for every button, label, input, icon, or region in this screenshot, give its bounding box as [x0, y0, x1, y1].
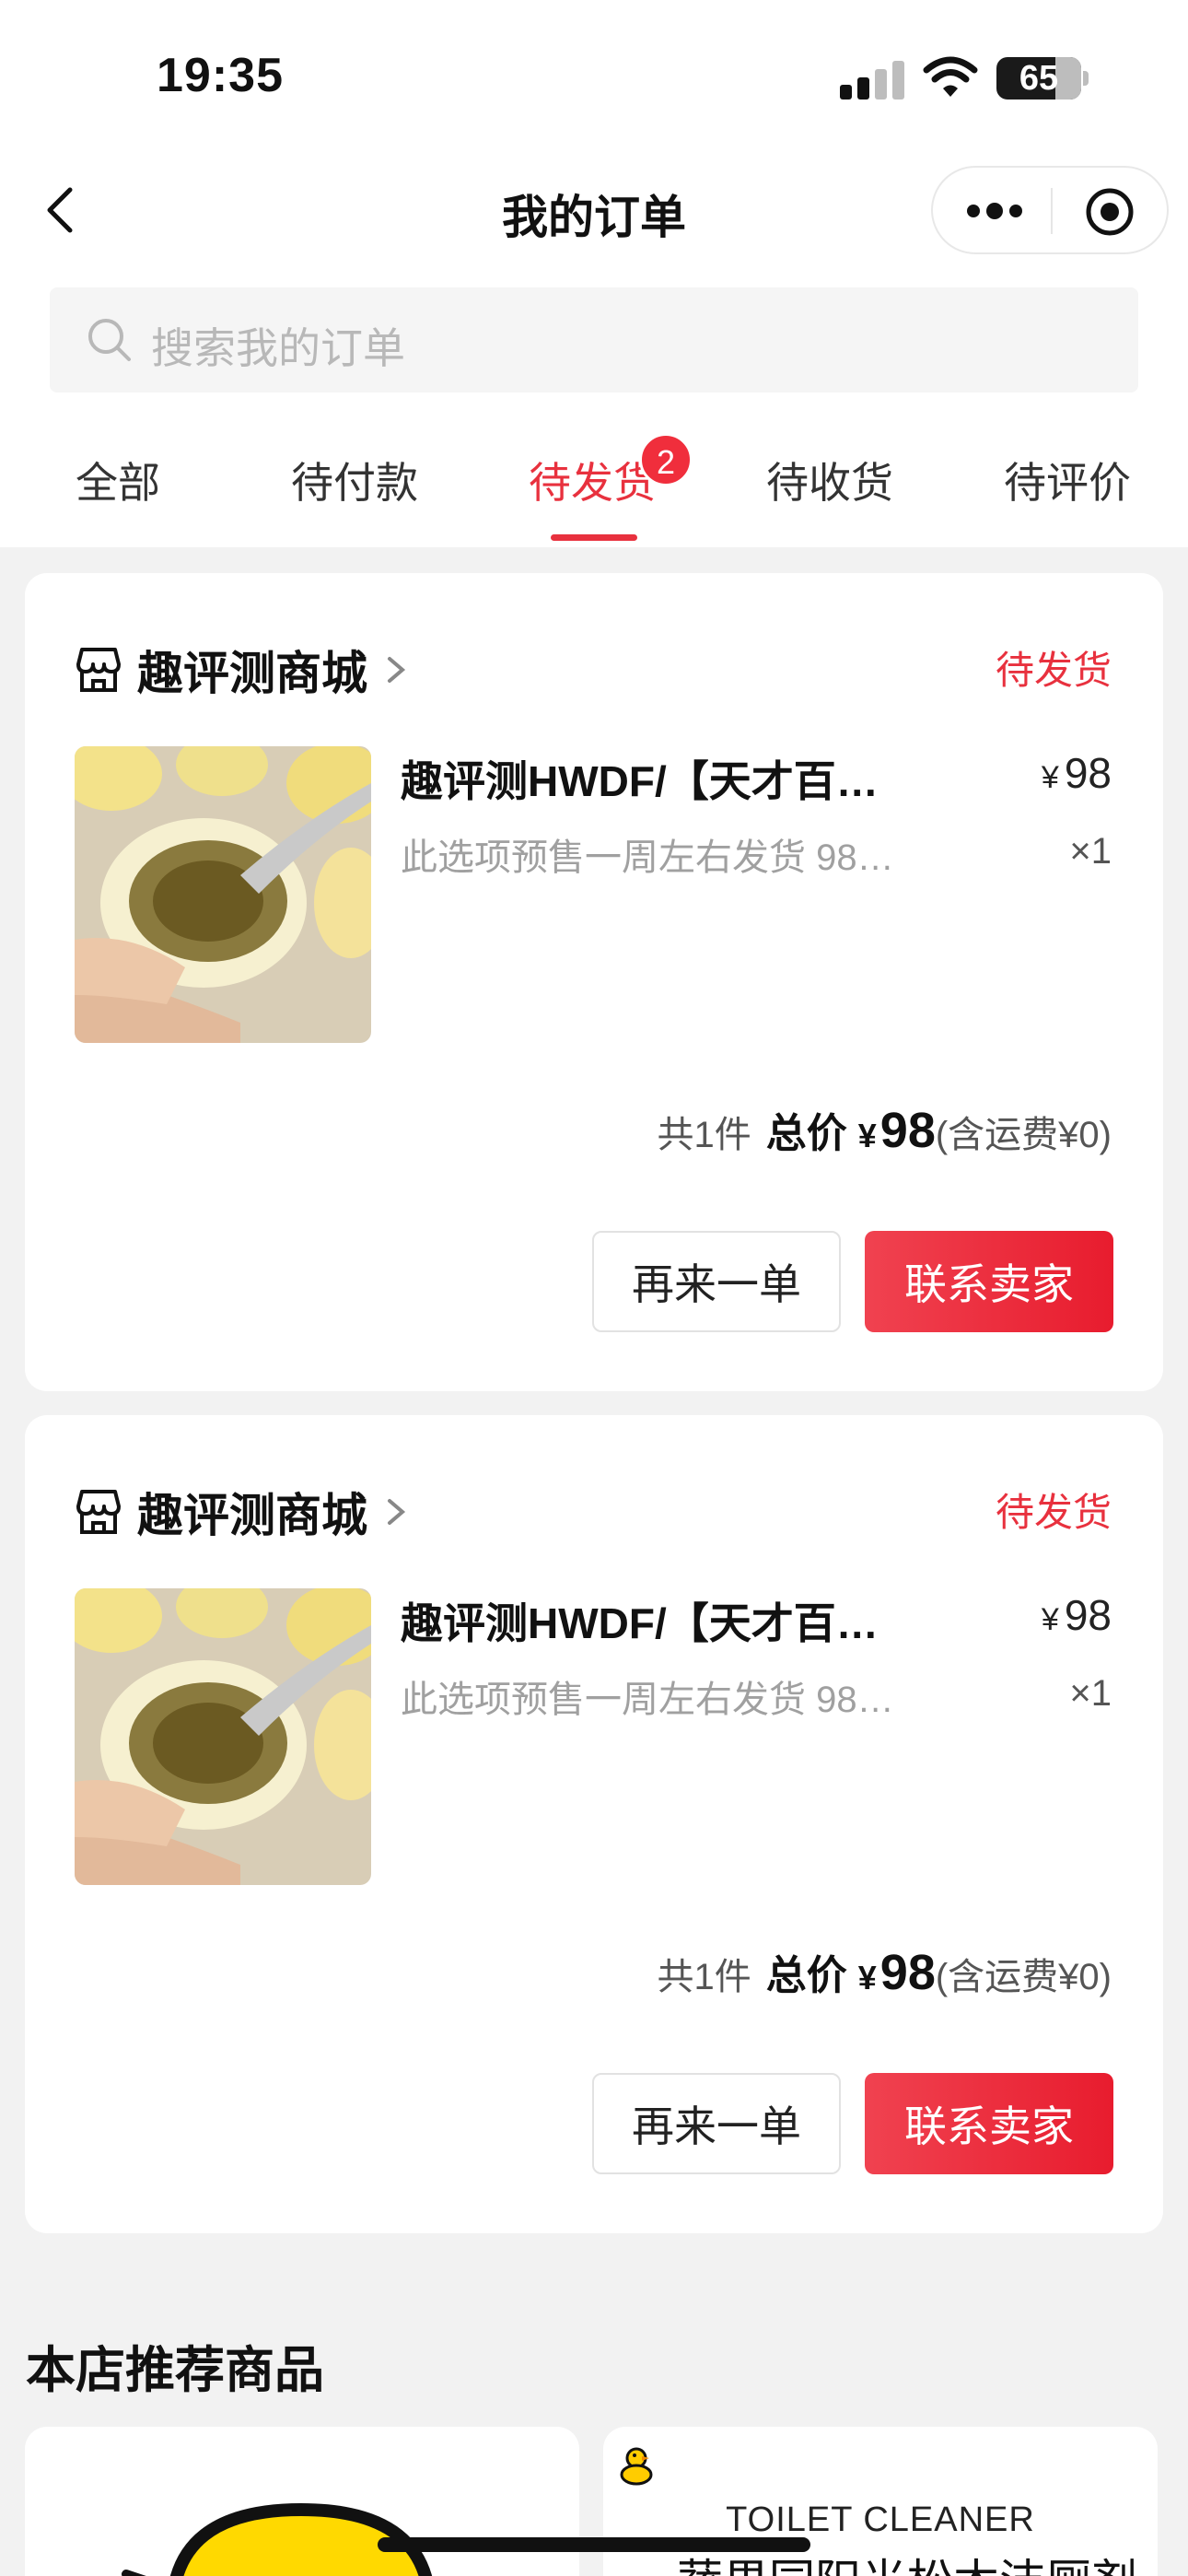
battery-icon: 65	[996, 57, 1081, 100]
store-icon	[76, 648, 121, 692]
product-desc: 此选项预售一周左右发货 98…	[401, 1680, 894, 1720]
total-symbol: ¥	[857, 1117, 877, 1154]
tab-badge: 2	[639, 433, 693, 486]
product-title[interactable]: 趣评测HWDF/【天才百…	[401, 1590, 879, 1651]
battery-cap	[1083, 71, 1089, 86]
status-time: 19:35	[157, 49, 284, 102]
order-total: 共1件 总价 ¥ 98 (含运费¥0)	[658, 1942, 1112, 2001]
reorder-button[interactable]: 再来一单	[592, 1231, 841, 1332]
capsule-divider	[1051, 188, 1053, 234]
total-value: 98	[879, 1945, 936, 2000]
recommend-title: 本店推荐商品	[26, 2343, 324, 2398]
order-status: 待发货	[995, 1491, 1112, 1534]
store-icon	[76, 1490, 121, 1534]
search-input[interactable]: 搜索我的订单	[151, 315, 405, 376]
active-tab-indicator	[551, 534, 637, 541]
price-value: 98	[1064, 1591, 1112, 1639]
product-quantity: ×1	[1069, 831, 1112, 872]
tab-pending-payment[interactable]: 待付款	[291, 450, 418, 510]
shop-link[interactable]: 趣评测商城	[73, 638, 410, 702]
order-status: 待发货	[995, 649, 1112, 692]
order-card[interactable]: 趣评测商城 待发货 趣评测HWDF/【天才百… 此选项预售一周左右发货 98… …	[25, 573, 1163, 1391]
search-icon	[88, 319, 131, 361]
tab-pending-receipt[interactable]: 待收货	[766, 450, 893, 510]
order-card[interactable]: 趣评测商城 待发货 趣评测HWDF/【天才百… 此选项预售一周左右发货 98… …	[25, 1415, 1163, 2233]
tab-pending-review[interactable]: 待评价	[1004, 450, 1131, 510]
recommend-item[interactable]	[25, 2427, 579, 2576]
product-quantity: ×1	[1069, 1673, 1112, 1714]
shop-link[interactable]: 趣评测商城	[73, 1480, 410, 1544]
chevron-right-icon	[388, 657, 406, 683]
header-area: 19:35 65 我的订单 搜索我的订单 全部 待付款 待发货 2 待收货 待评…	[0, 0, 1188, 547]
product-price: ¥98	[1042, 1590, 1112, 1640]
duck-logo-icon	[620, 2447, 653, 2486]
shipping-text: (含运费¥0)	[935, 1115, 1112, 1155]
product-thumbnail[interactable]	[75, 1588, 371, 1885]
search-bar[interactable]: 搜索我的订单	[50, 287, 1138, 392]
product-image	[122, 2502, 433, 2576]
total-value: 98	[879, 1103, 936, 1158]
battery-level: 65	[1019, 58, 1059, 98]
product-title[interactable]: 趣评测HWDF/【天才百…	[401, 748, 879, 809]
total-symbol: ¥	[857, 1959, 877, 1996]
tab-all[interactable]: 全部	[76, 450, 160, 510]
shipping-text: (含运费¥0)	[935, 1957, 1112, 1997]
shop-name: 趣评测商城	[137, 648, 367, 699]
order-total: 共1件 总价 ¥ 98 (含运费¥0)	[658, 1100, 1112, 1159]
price-symbol: ¥	[1041, 760, 1059, 795]
product-desc: 此选项预售一周左右发货 98…	[401, 837, 894, 878]
cellular-signal-icon	[840, 61, 904, 100]
product-price: ¥98	[1042, 748, 1112, 798]
product-thumbnail[interactable]	[75, 746, 371, 1043]
chevron-right-icon	[388, 1499, 406, 1525]
more-dots-icon[interactable]	[966, 201, 1023, 221]
item-count: 共1件	[657, 1115, 751, 1155]
wifi-icon	[923, 56, 978, 97]
product-brand-text: TOILET CLEANER	[726, 2500, 1035, 2539]
price-value: 98	[1064, 749, 1112, 797]
total-label: 总价	[765, 1953, 847, 1998]
total-label: 总价	[765, 1111, 847, 1156]
order-tabs: 全部 待付款 待发货 2 待收货 待评价	[0, 433, 1188, 547]
recommend-item[interactable]: TOILET CLEANER 蔬果园阳光松木洁厕剂	[603, 2427, 1158, 2576]
shop-name: 趣评测商城	[137, 1490, 367, 1541]
home-indicator	[378, 2537, 810, 2552]
tab-pending-shipment[interactable]: 待发货	[529, 450, 656, 510]
contact-seller-button[interactable]: 联系卖家	[865, 2073, 1113, 2174]
contact-seller-button[interactable]: 联系卖家	[865, 1231, 1113, 1332]
close-target-icon[interactable]	[1084, 186, 1136, 238]
item-count: 共1件	[657, 1957, 751, 1997]
reorder-button[interactable]: 再来一单	[592, 2073, 841, 2174]
price-symbol: ¥	[1041, 1602, 1059, 1637]
mini-program-capsule	[931, 166, 1169, 254]
